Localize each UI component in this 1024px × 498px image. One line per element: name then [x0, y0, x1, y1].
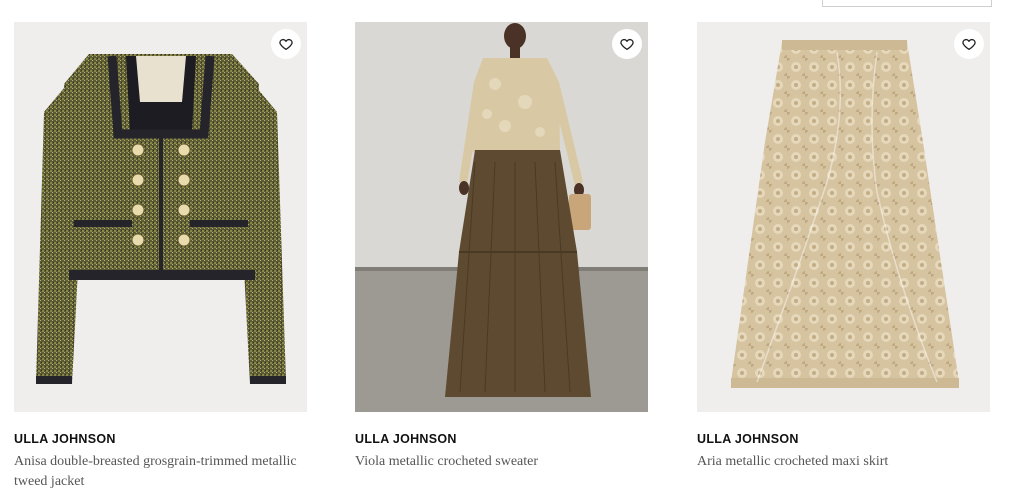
- wishlist-button[interactable]: [954, 29, 984, 59]
- heart-icon: [962, 38, 976, 50]
- sort-dropdown[interactable]: [822, 0, 992, 7]
- product-card[interactable]: ULLA JOHNSON Anisa double-breasted grosg…: [14, 22, 307, 492]
- product-brand[interactable]: ULLA JOHNSON: [14, 432, 307, 446]
- tweed-jacket-image: [36, 54, 286, 384]
- wishlist-button[interactable]: [612, 29, 642, 59]
- product-brand[interactable]: ULLA JOHNSON: [697, 432, 990, 446]
- product-brand[interactable]: ULLA JOHNSON: [355, 432, 648, 446]
- crocheted-maxi-skirt-image: [731, 40, 959, 388]
- model-in-crocheted-sweater-image: [355, 22, 648, 412]
- product-image[interactable]: [355, 22, 648, 412]
- product-name[interactable]: Aria metallic crocheted maxi skirt: [697, 452, 982, 472]
- product-name[interactable]: Viola metallic crocheted sweater: [355, 452, 640, 472]
- product-image[interactable]: [14, 22, 307, 412]
- heart-icon: [279, 38, 293, 50]
- heart-icon: [620, 38, 634, 50]
- product-image[interactable]: [697, 22, 990, 412]
- product-card[interactable]: ULLA JOHNSON Viola metallic crocheted sw…: [355, 22, 648, 472]
- wishlist-button[interactable]: [271, 29, 301, 59]
- product-card[interactable]: ULLA JOHNSON Aria metallic crocheted max…: [697, 22, 990, 472]
- product-name[interactable]: Anisa double-breasted grosgrain-trimmed …: [14, 452, 299, 492]
